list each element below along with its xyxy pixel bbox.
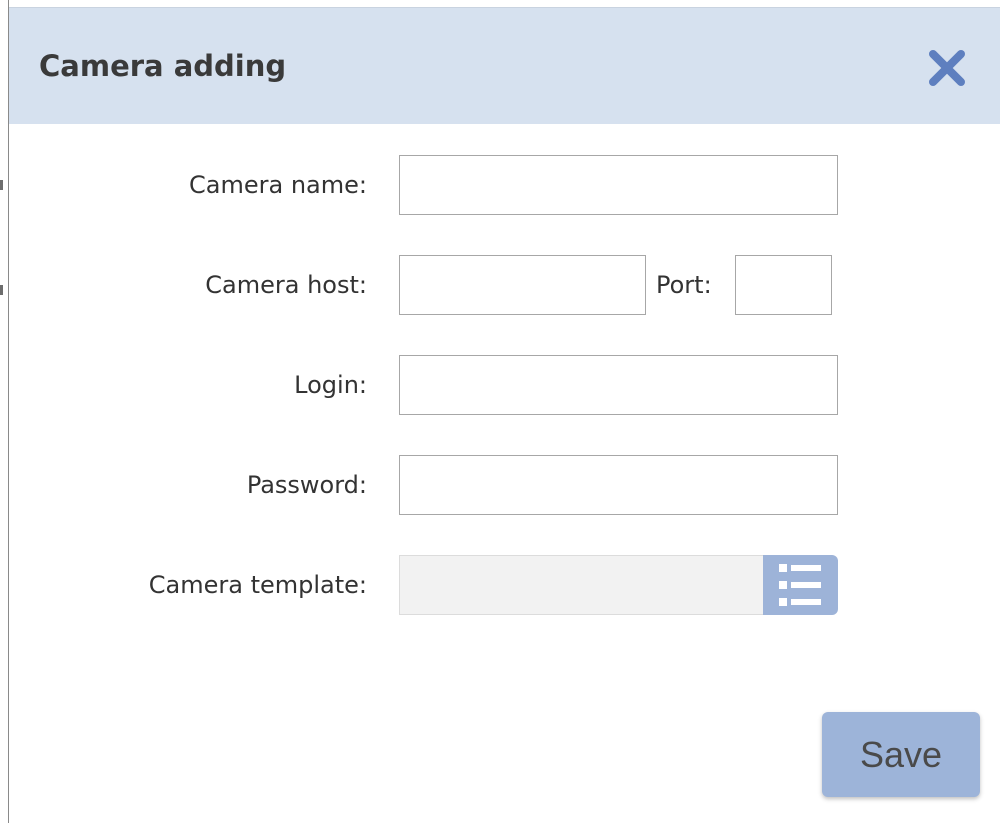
- login-row: Login:: [9, 355, 1000, 415]
- camera-template-picker-button[interactable]: [763, 555, 838, 615]
- camera-adding-dialog: Camera adding Camera name: Camera host: …: [0, 0, 1000, 823]
- edge-tick: [0, 285, 3, 295]
- password-input[interactable]: [399, 455, 838, 515]
- camera-template-row: Camera template:: [9, 555, 1000, 615]
- camera-name-label: Camera name:: [189, 171, 367, 199]
- camera-host-row: Camera host: Port:: [9, 255, 1000, 315]
- camera-host-label: Camera host:: [205, 271, 367, 299]
- left-border: [0, 0, 9, 823]
- camera-template-label: Camera template:: [148, 571, 367, 599]
- camera-template-field[interactable]: [399, 555, 763, 615]
- login-label: Login:: [294, 371, 367, 399]
- login-input[interactable]: [399, 355, 838, 415]
- port-input[interactable]: [735, 255, 832, 315]
- port-label: Port:: [656, 271, 712, 299]
- password-row: Password:: [9, 455, 1000, 515]
- edge-tick: [0, 180, 3, 190]
- camera-name-input[interactable]: [399, 155, 838, 215]
- list-icon: [779, 564, 821, 606]
- camera-host-input[interactable]: [399, 255, 646, 315]
- save-button[interactable]: Save: [822, 712, 980, 797]
- dialog-header: Camera adding: [9, 7, 1000, 124]
- dialog-title: Camera adding: [39, 49, 287, 83]
- password-label: Password:: [246, 471, 367, 499]
- close-icon: [929, 50, 965, 86]
- close-button[interactable]: [927, 48, 967, 88]
- camera-name-row: Camera name:: [9, 155, 1000, 215]
